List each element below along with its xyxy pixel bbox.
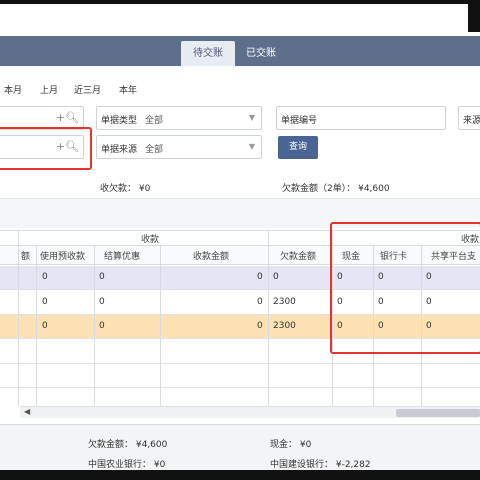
cell-settle-discount: 0 <box>99 297 105 307</box>
col-divider <box>36 245 37 406</box>
cell-owed-amount: 2300 <box>273 297 296 307</box>
col-header-owed-amount: 欠款金额 <box>280 252 317 262</box>
col-header-collect-amount: 收款金额 <box>193 252 230 262</box>
scrollbar-thumb[interactable] <box>396 409 480 417</box>
col-header-partial: 额 <box>21 252 31 262</box>
doc-type-value: 全部 <box>145 116 164 126</box>
doc-source-value: 全部 <box>145 145 164 155</box>
tab-done[interactable]: 已交账 <box>236 41 286 66</box>
doc-type-select[interactable]: 单据类型 全部 ▼ <box>96 106 262 130</box>
col-header-settle-discount: 结算优惠 <box>104 252 141 262</box>
collect-arrears-summary: 收欠款： ¥0 <box>100 184 151 194</box>
source-partial-field[interactable]: 来源 <box>458 106 480 130</box>
doc-no-input[interactable]: 单据编号 <box>276 106 446 130</box>
highlight-box-left <box>0 127 92 170</box>
highlight-box-right <box>330 222 480 354</box>
tab-pending[interactable]: 待交账 <box>181 41 235 66</box>
right-black-edge <box>468 0 480 32</box>
cell-use-prepay: 0 <box>42 272 48 282</box>
cell-collect-amount: 0 <box>257 297 263 307</box>
table-row <box>0 364 480 388</box>
doc-type-label: 单据类型 <box>101 116 138 126</box>
cell-collect-amount: 0 <box>257 321 263 331</box>
cell-settle-discount: 0 <box>99 272 105 282</box>
cell-owed-amount: 2300 <box>273 321 296 331</box>
query-button[interactable]: 查询 <box>278 136 318 159</box>
col-divider <box>268 230 269 406</box>
add-search-icon[interactable]: +🔍︎ <box>56 111 79 124</box>
cell-use-prepay: 0 <box>42 297 48 307</box>
cell-owed-amount: 0 <box>273 272 279 282</box>
doc-source-select[interactable]: 单据来源 全部 ▼ <box>96 135 262 159</box>
chevron-down-icon: ▼ <box>248 142 255 151</box>
cell-use-prepay: 0 <box>42 321 48 331</box>
chevron-down-icon: ▼ <box>248 113 255 122</box>
col-divider <box>18 230 19 406</box>
period-three-months[interactable]: 近三月 <box>74 83 101 96</box>
window-top-area <box>0 0 480 32</box>
period-this-month[interactable]: 本月 <box>4 83 22 96</box>
footer-summary: 欠款金额： ¥4,600 现金： ¥0 中国农业银行： ¥0 中国建设银行： ¥… <box>0 424 480 470</box>
cell-collect-amount: 0 <box>257 272 263 282</box>
footer-ccb-bank: 中国建设银行： ¥-2,282 <box>270 460 371 470</box>
bottom-black-edge <box>0 470 480 480</box>
col-divider <box>94 245 95 406</box>
owed-amount-summary: 欠款金额（2单）： ¥4,600 <box>282 184 390 194</box>
col-header-use-prepay: 使用预收款 <box>40 252 86 262</box>
doc-no-label: 单据编号 <box>281 116 318 126</box>
footer-abc-bank: 中国农业银行： ¥0 <box>88 460 166 470</box>
period-last-month[interactable]: 上月 <box>40 83 58 96</box>
doc-source-label: 单据来源 <box>101 145 138 155</box>
group-header-collect: 收款 <box>141 235 160 245</box>
col-divider <box>160 245 161 406</box>
cell-settle-discount: 0 <box>99 321 105 331</box>
top-black-edge <box>0 0 480 4</box>
source-partial-label: 来源 <box>463 116 480 126</box>
footer-owed-amount: 欠款金额： ¥4,600 <box>88 440 168 450</box>
scroll-left-arrow-icon[interactable]: ◀ <box>24 407 30 416</box>
period-this-year[interactable]: 本年 <box>119 83 137 96</box>
horizontal-scrollbar[interactable]: ◀ <box>20 406 480 418</box>
footer-cash: 现金： ¥0 <box>270 440 312 450</box>
